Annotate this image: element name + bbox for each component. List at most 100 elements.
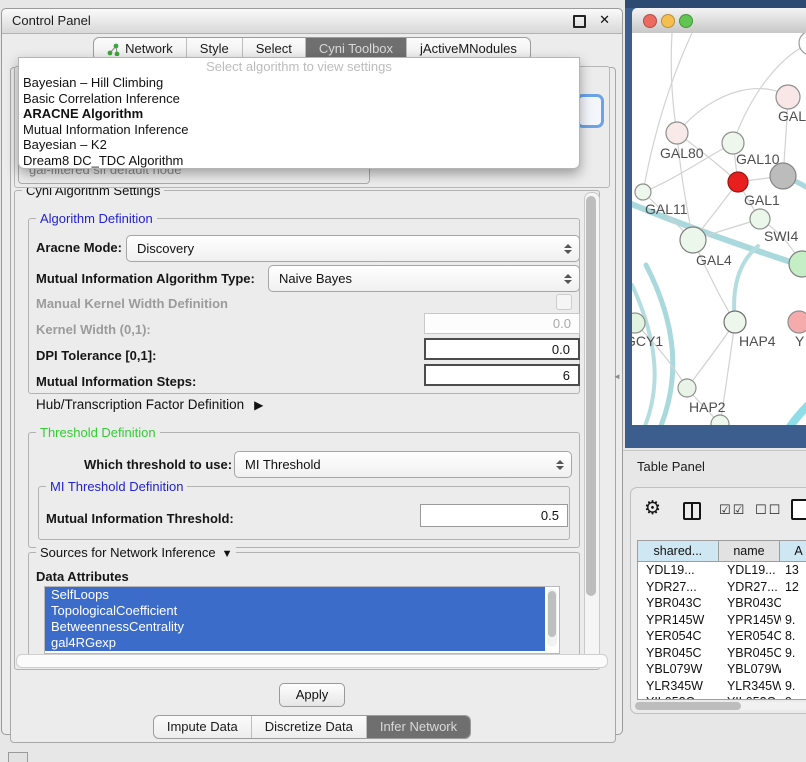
table-cell: YDR27...	[719, 580, 781, 594]
network-node[interactable]	[666, 122, 688, 144]
expand-arrow-icon: ▶	[254, 398, 263, 412]
node-label-y: Y	[795, 333, 805, 349]
settings-horizontal-scrollbar[interactable]	[16, 654, 608, 668]
algorithm-option-dream8-dc-tdc-algorithm[interactable]: Dream8 DC_TDC Algorithm	[19, 153, 579, 169]
spinner-arrows-icon	[564, 274, 572, 284]
table-row[interactable]: YDL19...YDL19...13	[638, 562, 806, 579]
table-panel: ⚙ ☑☑ ☐☐ shared...nameAYDL19...YDL19...13…	[630, 487, 806, 714]
node-attribute-table[interactable]: shared...nameAYDL19...YDL19...13YDR27...…	[637, 540, 806, 700]
table-cell: YBR045C	[638, 646, 719, 660]
close-traffic-light[interactable]	[643, 14, 657, 28]
table-cell: YPR145W	[719, 613, 781, 627]
bottom-tab-infer-network[interactable]: Infer Network	[366, 716, 470, 738]
table-row[interactable]: YPR145WYPR145W9.	[638, 612, 806, 629]
algorithm-combo-focus-ring[interactable]	[576, 94, 604, 128]
close-icon[interactable]: ✕	[599, 12, 610, 28]
gear-icon[interactable]: ⚙	[644, 497, 661, 520]
threshold-definition-title: Threshold Definition	[36, 425, 160, 440]
table-cell: YBR043C	[719, 596, 781, 610]
kernel-width-field[interactable]: 0.0	[424, 313, 580, 334]
network-window-frame	[625, 0, 806, 8]
table-row[interactable]: YDR27...YDR27...12	[638, 579, 806, 596]
algorithm-option-mutual-information-inference[interactable]: Mutual Information Inference	[19, 122, 579, 138]
network-node[interactable]	[635, 184, 651, 200]
table-row[interactable]: YLR345WYLR345W9.	[638, 678, 806, 695]
mi-type-value: Naive Bayes	[279, 271, 352, 286]
columns-icon[interactable]	[683, 502, 701, 520]
network-node[interactable]	[728, 172, 748, 192]
apply-button[interactable]: Apply	[279, 683, 346, 707]
network-node[interactable]	[680, 227, 706, 253]
network-node[interactable]	[724, 311, 746, 333]
network-node[interactable]	[788, 311, 806, 333]
table-cell: YBL079W	[719, 662, 781, 676]
node-label-gal10: GAL10	[736, 151, 780, 167]
attribute-item-topologicalcoefficient[interactable]: TopologicalCoefficient	[45, 603, 545, 619]
algorithm-option-bayesian-hill-climbing[interactable]: Bayesian – Hill Climbing	[19, 75, 579, 91]
table-cell: 9.	[781, 695, 806, 700]
network-node[interactable]	[799, 33, 806, 55]
attribute-item-selfloops[interactable]: SelfLoops	[45, 587, 545, 603]
sources-title[interactable]: Sources for Network Inference▼	[36, 545, 236, 560]
table-row[interactable]: YBR043CYBR043C	[638, 595, 806, 612]
mi-steps-label: Mutual Information Steps:	[36, 374, 196, 389]
minimize-traffic-light[interactable]	[661, 14, 675, 28]
table-row[interactable]: YBL079WYBL079W	[638, 661, 806, 678]
aracne-mode-label: Aracne Mode:	[36, 240, 122, 255]
network-canvas[interactable]: GALGAL80GAL10GAL11GAL1SWI4GAL4GCY1HAP4YH…	[632, 33, 806, 425]
network-node[interactable]	[678, 379, 696, 397]
node-label-gal4: GAL4	[696, 252, 732, 268]
table-row[interactable]: YER054CYER054C8.	[638, 628, 806, 645]
kernel-width-label: Kernel Width (0,1):	[36, 322, 151, 337]
manual-kernel-checkbox[interactable]	[556, 294, 572, 310]
table-row[interactable]: YBR045CYBR045C9.	[638, 645, 806, 662]
attribute-item-gal4rgexp[interactable]: gal4RGexp	[45, 635, 545, 651]
algorithm-option-basic-correlation-inference[interactable]: Basic Correlation Inference	[19, 91, 579, 107]
table-row[interactable]: YIL052CYIL052C9.	[638, 694, 806, 700]
spinner-arrows-icon	[556, 460, 564, 470]
zoom-traffic-light[interactable]	[679, 14, 693, 28]
column-header-name[interactable]: name	[719, 541, 781, 562]
column-header-a[interactable]: A	[780, 541, 806, 562]
spinner-arrows-icon	[564, 244, 572, 254]
table-cell: 9.	[781, 646, 806, 660]
data-attributes-list[interactable]: SelfLoopsTopologicalCoefficientBetweenne…	[44, 586, 560, 654]
algorithm-option-aracne-algorithm[interactable]: ARACNE Algorithm	[19, 106, 579, 122]
split-pane-arrow-icon[interactable]: ◄	[613, 372, 621, 381]
algorithm-option-bayesian-k2[interactable]: Bayesian – K2	[19, 137, 579, 153]
hub-definition-expander[interactable]: Hub/Transcription Factor Definition ▶	[36, 397, 263, 412]
network-node[interactable]	[789, 251, 806, 277]
network-node[interactable]	[776, 85, 800, 109]
which-threshold-value: MI Threshold	[245, 457, 321, 472]
network-node[interactable]	[750, 209, 770, 229]
bottom-tab-discretize-data[interactable]: Discretize Data	[251, 716, 366, 738]
unchecked-checkboxes-icon[interactable]: ☐☐	[755, 502, 782, 518]
float-icon[interactable]	[573, 15, 586, 28]
checked-checkboxes-icon[interactable]: ☑☑	[719, 502, 746, 518]
mi-steps-field[interactable]: 6	[424, 364, 580, 386]
attributes-scrollbar[interactable]	[547, 589, 557, 647]
attribute-item-betweennesscentrality[interactable]: BetweennessCentrality	[45, 619, 545, 635]
dpi-tolerance-field[interactable]: 0.0	[424, 338, 580, 360]
node-label-hap2: HAP2	[689, 399, 726, 415]
which-threshold-label: Which threshold to use:	[84, 457, 232, 472]
mi-threshold-label: Mutual Information Threshold:	[46, 511, 234, 526]
control-panel-title: Control Panel	[12, 13, 91, 28]
document-icon[interactable]	[791, 499, 806, 520]
table-horizontal-scrollbar[interactable]	[635, 702, 806, 710]
bottom-tab-impute-data[interactable]: Impute Data	[154, 716, 251, 738]
table-cell: YDR27...	[638, 580, 719, 594]
mi-type-select[interactable]: Naive Bayes	[268, 265, 580, 292]
column-header-shared[interactable]: shared...	[638, 541, 719, 562]
aracne-mode-select[interactable]: Discovery	[126, 235, 580, 262]
mi-threshold-field[interactable]: 0.5	[420, 504, 568, 527]
mini-panel-button[interactable]	[8, 752, 28, 762]
network-window-titlebar[interactable]	[632, 8, 806, 34]
mi-type-label: Mutual Information Algorithm Type:	[36, 271, 255, 286]
table-cell: YBL079W	[638, 662, 719, 676]
algorithm-dropdown-popup: Select algorithm to view settings Bayesi…	[18, 57, 580, 169]
table-cell: YDL19...	[719, 563, 781, 577]
hub-definition-label: Hub/Transcription Factor Definition	[36, 397, 244, 412]
which-threshold-select[interactable]: MI Threshold	[234, 451, 572, 478]
settings-vertical-scrollbar[interactable]	[584, 192, 600, 668]
